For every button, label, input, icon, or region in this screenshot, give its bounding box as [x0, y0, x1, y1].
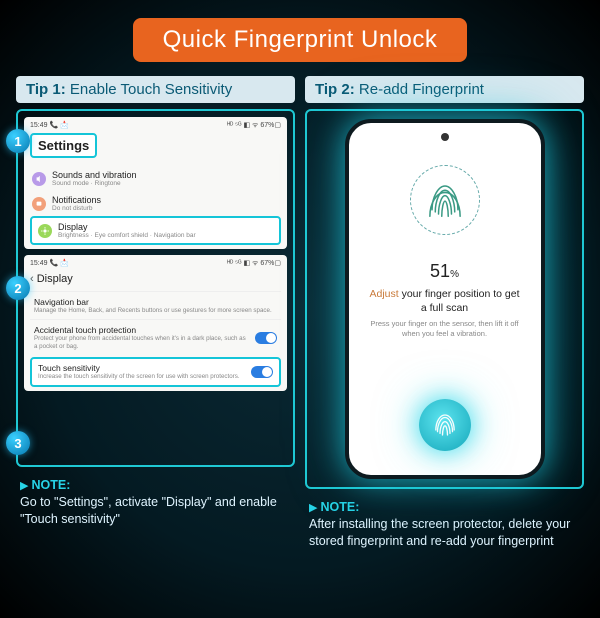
phone-mockup: 51% Adjust your finger position to get a…	[345, 119, 545, 479]
scan-percent: 51%	[430, 261, 459, 282]
toggle-touch-sensitivity[interactable]	[251, 366, 273, 378]
row-display-highlight: DisplayBrightness · Eye comfort shield ·…	[30, 216, 281, 245]
step-bubble-2: 2	[6, 276, 30, 300]
tip2-panel: 51% Adjust your finger position to get a…	[305, 109, 584, 489]
title-banner: Quick Fingerprint Unlock	[133, 18, 468, 62]
screenshot-display: 15:49 📞 📩 ᴴᴰ ⁵ᴳ ◧ ᯤ 67%▢ Display Navigat…	[24, 255, 287, 391]
tip2-column: Tip 2: Re-add Fingerprint	[305, 76, 584, 550]
tip1-column: Tip 1: Enable Touch Sensitivity 1 2 3 15…	[16, 76, 295, 550]
phone-camera-notch	[441, 133, 449, 141]
settings-label: Settings	[38, 138, 89, 153]
opt-touch-sensitivity-highlight: Touch sensitivity Increase the touch sen…	[30, 357, 281, 386]
press-instruction: Press your finger on the sensor, then li…	[367, 319, 523, 339]
row-notifications: NotificationsDo not disturb	[30, 191, 281, 216]
adjust-text: Adjust your finger position to get a ful…	[367, 288, 523, 315]
opt-navbar: Navigation bar Manage the Home, Back, an…	[30, 294, 281, 317]
note-2: NOTE: After installing the screen protec…	[305, 499, 584, 550]
step-bubble-1: 1	[6, 129, 30, 153]
sounds-icon	[32, 172, 46, 186]
fingerprint-scan-graphic	[410, 165, 480, 235]
step-bubble-3: 3	[6, 431, 30, 455]
tip2-header: Tip 2: Re-add Fingerprint	[305, 76, 584, 103]
screenshot-settings: 15:49 📞 📩 ᴴᴰ ⁵ᴳ ◧ ᯤ 67%▢ Settings Sounds…	[24, 117, 287, 249]
row-sounds: Sounds and vibrationSound mode · Rington…	[30, 166, 281, 191]
notifications-icon	[32, 197, 46, 211]
fingerprint-sensor-button[interactable]	[419, 399, 471, 451]
display-icon	[38, 224, 52, 238]
tip1-panel: 1 2 3 15:49 📞 📩 ᴴᴰ ⁵ᴳ ◧ ᯤ 67%▢ Settings …	[16, 109, 295, 467]
toggle-accidental-touch[interactable]	[255, 332, 277, 344]
display-header: Display	[30, 271, 281, 289]
opt-accidental-touch: Accidental touch protection Protect your…	[30, 322, 281, 353]
note-1: NOTE: Go to "Settings", activate "Displa…	[16, 477, 295, 528]
tip1-header: Tip 1: Enable Touch Sensitivity	[16, 76, 295, 103]
